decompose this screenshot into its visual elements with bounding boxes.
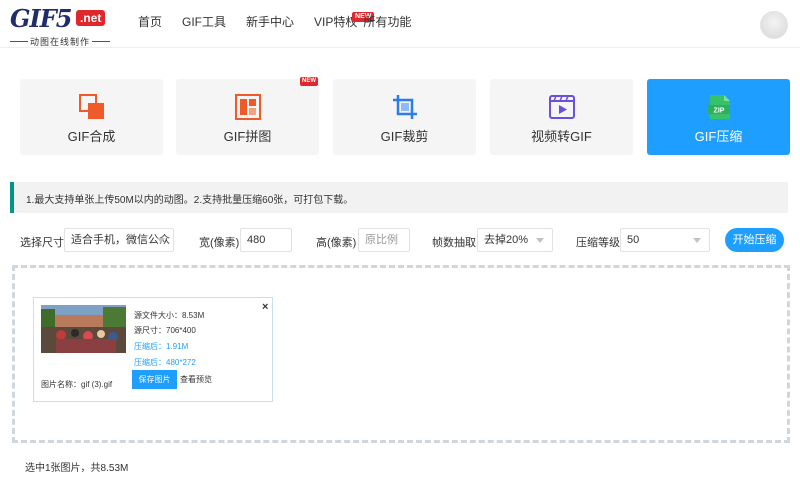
height-input[interactable]: 原比例: [358, 228, 410, 252]
save-image-button[interactable]: 保存图片: [132, 370, 177, 389]
start-compress-button[interactable]: 开始压缩: [725, 228, 784, 252]
level-label: 压缩等级: [576, 237, 620, 249]
gif-merge-icon: [79, 94, 104, 119]
view-preview-link[interactable]: 查看预览: [180, 374, 212, 385]
notice-bar: 1.最大支持单张上传50M以内的动图。2.支持批量压缩60张，可打包下载。: [10, 182, 788, 213]
notice-text: 1.最大支持单张上传50M以内的动图。2.支持批量压缩60张，可打包下载。: [26, 195, 354, 206]
close-icon[interactable]: ×: [262, 301, 268, 313]
source-dimensions: 源尺寸：706*400: [134, 326, 196, 335]
logo-text: GIF5: [10, 4, 72, 33]
frame-select-value: 去掉20%: [484, 234, 529, 246]
user-avatar-icon[interactable]: [760, 11, 788, 39]
width-input-value: 480: [247, 234, 266, 246]
height-input-placeholder: 原比例: [365, 234, 398, 246]
site-logo[interactable]: GIF5 .net 动图在线制作: [10, 4, 110, 47]
tool-gif-crop[interactable]: GIF裁剪: [333, 79, 476, 155]
nav-vip-label: VIP特权: [314, 15, 358, 29]
chevron-down-icon: [157, 238, 165, 243]
nav-vip[interactable]: VIP特权 NEW: [314, 0, 375, 48]
tool-label: GIF拼图: [223, 129, 272, 144]
tool-gif-puzzle[interactable]: GIF拼图 NEW: [176, 77, 319, 155]
tool-label: GIF合成: [67, 129, 116, 144]
file-card: × 源文件大小：8.53M 源尺寸：706*400 压缩后：1.91M 压缩后：…: [33, 297, 273, 402]
logo-net-badge: .net: [76, 10, 106, 26]
nav-home[interactable]: 首页: [138, 0, 162, 48]
tool-gif-compress[interactable]: ZIP GIF压缩: [647, 79, 790, 155]
top-nav: 首页 GIF工具 新手中心 VIP特权 NEW 所有功能: [138, 0, 431, 48]
compressed-size: 压缩后：1.91M: [134, 342, 189, 351]
frame-label: 帧数抽取: [432, 237, 476, 249]
logo-subtitle: 动图在线制作: [10, 35, 110, 48]
source-file-size: 源文件大小：8.53M: [134, 311, 205, 320]
height-label: 高(像素): [316, 237, 357, 249]
tool-label: GIF压缩: [694, 129, 743, 144]
header: GIF5 .net 动图在线制作 首页 GIF工具 新手中心 VIP特权 NEW…: [0, 0, 800, 48]
video-icon: [549, 95, 575, 119]
size-select-value: 适合手机，微信公众: [71, 234, 170, 246]
nav-gif-tools[interactable]: GIF工具: [182, 0, 226, 48]
nav-all-features[interactable]: 所有功能: [363, 0, 411, 48]
size-label: 选择尺寸: [20, 237, 64, 249]
gif-puzzle-icon: [235, 94, 261, 120]
tool-label: GIF裁剪: [380, 129, 429, 144]
chevron-down-icon: [693, 238, 701, 243]
level-select[interactable]: 50: [620, 228, 710, 252]
tool-new-badge: NEW: [300, 77, 318, 86]
tool-video-to-gif[interactable]: 视频转GIF: [490, 79, 633, 155]
file-name: 图片名称：gif (3).gif: [41, 380, 113, 389]
selection-summary: 选中1张图片，共8.53M: [25, 463, 129, 474]
compressed-dimensions: 压缩后：480*272: [134, 358, 196, 367]
svg-text:ZIP: ZIP: [714, 108, 725, 115]
nav-beginner-center[interactable]: 新手中心: [246, 0, 294, 48]
chevron-down-icon: [536, 238, 544, 243]
size-select[interactable]: 适合手机，微信公众: [64, 228, 174, 252]
width-input[interactable]: 480: [240, 228, 292, 252]
tool-label: 视频转GIF: [531, 129, 592, 144]
gif-thumbnail[interactable]: [41, 305, 126, 353]
width-label: 宽(像素): [199, 237, 240, 249]
frame-select[interactable]: 去掉20%: [477, 228, 553, 252]
crop-icon: [393, 95, 417, 119]
tool-gif-merge[interactable]: GIF合成: [20, 79, 163, 155]
zip-icon: ZIP: [708, 95, 730, 119]
level-select-value: 50: [627, 234, 640, 246]
